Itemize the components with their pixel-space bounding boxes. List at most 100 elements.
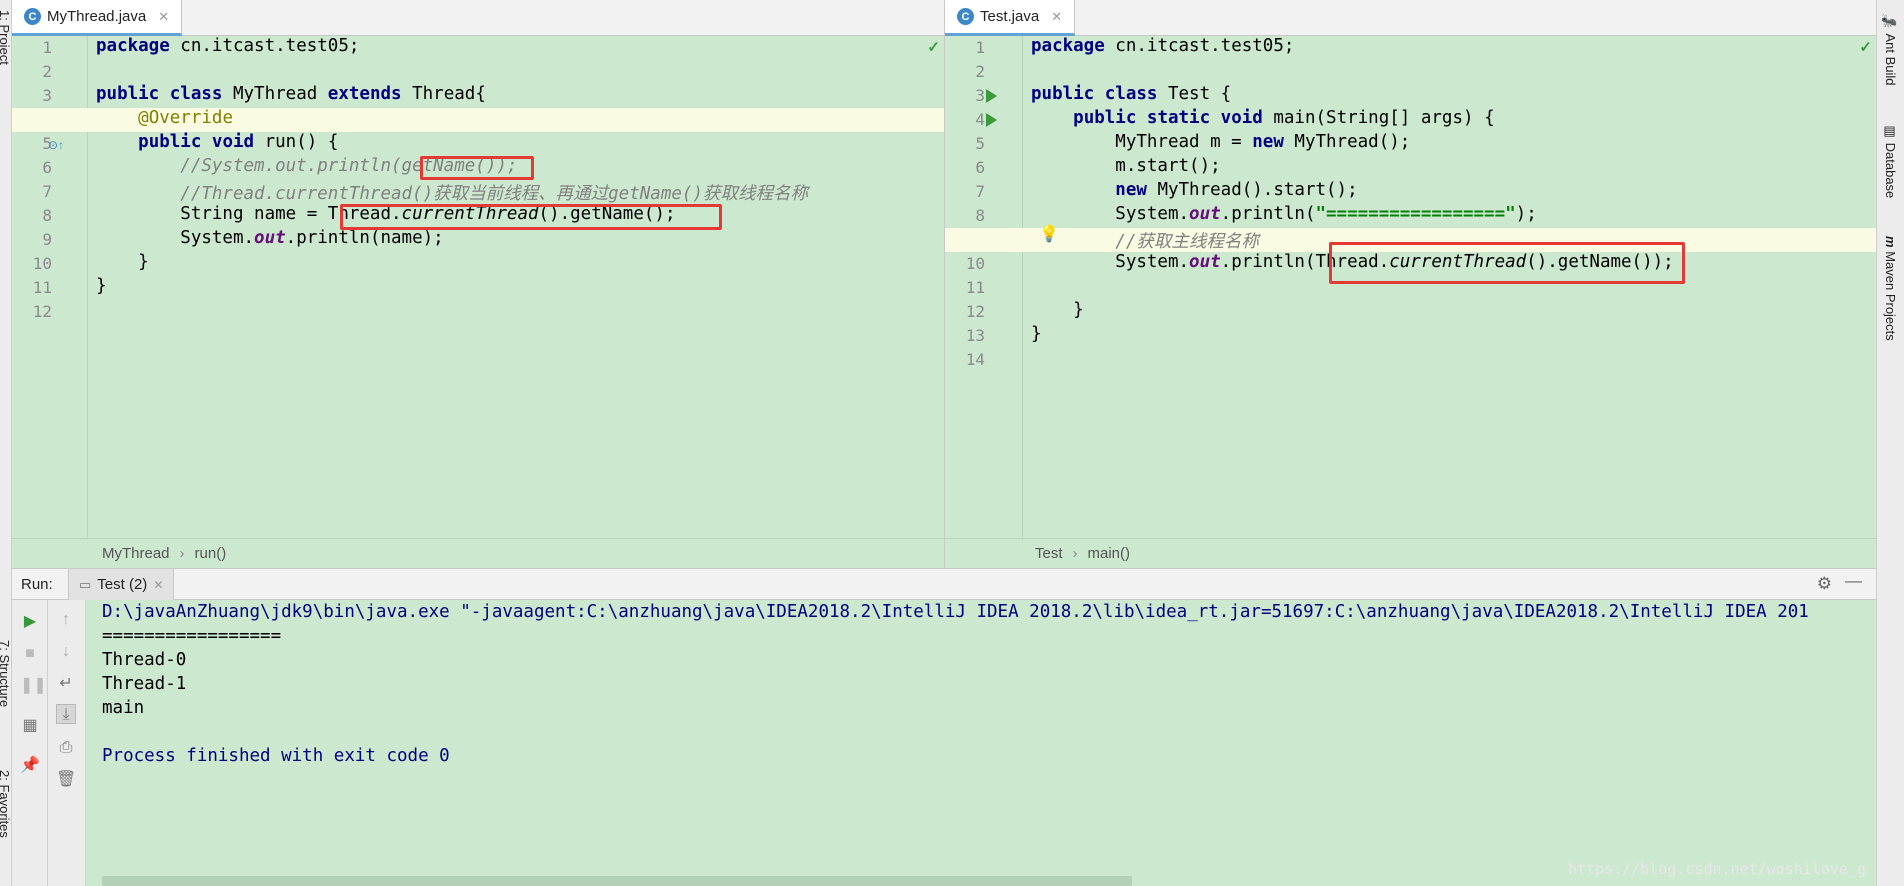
console-output[interactable]: D:\javaAnZhuang\jdk9\bin\java.exe "-java… xyxy=(86,600,1876,886)
line-number: 3 xyxy=(42,86,52,105)
line-number: 10 xyxy=(965,254,985,273)
print-icon[interactable]: ⎙ xyxy=(56,738,76,758)
code-line: } xyxy=(1031,300,1084,320)
database-icon: ▤ xyxy=(1883,124,1898,139)
horizontal-scrollbar[interactable] xyxy=(102,876,1132,886)
override-marker-icon[interactable]: ⊙↑ xyxy=(48,138,64,152)
line-number: 6 xyxy=(42,158,52,177)
left-editor-pane: C MyThread.java ✕ 123456789101112 ⊙↑ pac… xyxy=(12,0,944,568)
code-line: public class Test { xyxy=(1031,84,1232,104)
run-label: Run: xyxy=(21,576,53,593)
right-editor-pane: C Test.java ✕ 1234567891011121314 💡 pack… xyxy=(944,0,1876,568)
code-line: } xyxy=(1031,324,1042,344)
line-number: 11 xyxy=(32,278,52,297)
line-number: 1 xyxy=(42,38,52,57)
run-tab-test-2[interactable]: ▭ Test (2) ✕ xyxy=(68,569,175,600)
line-number: 1 xyxy=(975,38,985,57)
code-line: public void run() { xyxy=(138,132,339,152)
checkmark-icon: ✓ xyxy=(927,39,940,56)
stop-icon[interactable]: ■ xyxy=(20,644,40,664)
code-line: //Thread.currentThread()获取当前线程、再通过getNam… xyxy=(96,184,808,204)
code-line: } xyxy=(96,276,107,296)
line-number: 9 xyxy=(42,230,52,249)
pause-icon[interactable]: ❚❚ xyxy=(20,676,47,696)
run-main-icon[interactable] xyxy=(986,113,997,127)
left-tool-strip: 1: Project 7: Structure 2: Favorites xyxy=(0,0,12,886)
up-arrow-icon[interactable]: ↑ xyxy=(56,610,76,630)
soft-wrap-icon[interactable]: ↵ xyxy=(56,674,76,694)
tab-mythread-java[interactable]: C MyThread.java ✕ xyxy=(12,0,183,36)
run-toolbar-secondary: ↑ ↓ ↵ ⤓ ⎙ 🗑 xyxy=(48,600,86,886)
breadcrumb-method[interactable]: main() xyxy=(1088,545,1131,562)
watermark: https://blog.csdn.net/woshilove_g xyxy=(1567,860,1866,878)
right-tool-strip: 🐜 Ant Build ▤ Database m Maven Projects xyxy=(1876,0,1904,886)
line-number: 7 xyxy=(42,182,52,201)
run-toolbar-primary: ▶ ■ ❚❚ ▦ 📌 xyxy=(12,600,48,886)
tab-test-java[interactable]: C Test.java ✕ xyxy=(945,0,1076,36)
lightbulb-icon[interactable]: 💡 xyxy=(1039,224,1059,244)
console-line: ================= xyxy=(102,626,282,646)
breadcrumb-class[interactable]: Test xyxy=(1035,545,1063,562)
code-line: new MyThread().start(); xyxy=(1115,180,1358,200)
code-line: MyThread m = new MyThread(); xyxy=(1031,132,1411,152)
close-icon[interactable]: ✕ xyxy=(1051,9,1062,25)
scroll-to-end-icon[interactable]: ⤓ xyxy=(56,704,76,724)
gear-icon[interactable]: ⚙ xyxy=(1817,574,1832,594)
code-line: package cn.itcast.test05; xyxy=(96,36,360,56)
run-config-icon: ▭ xyxy=(79,576,92,592)
run-panel-header: Run: ▭ Test (2) ✕ ⚙ — xyxy=(12,568,1876,600)
line-number: 8 xyxy=(975,206,985,225)
right-code-area[interactable]: package cn.itcast.test05; public class T… xyxy=(945,36,1876,538)
ant-build-tool-button[interactable]: 🐜 Ant Build xyxy=(1883,14,1898,86)
rerun-icon[interactable]: ▶ xyxy=(20,612,40,632)
class-icon: C xyxy=(24,8,41,25)
code-line: public class MyThread extends Thread{ xyxy=(96,84,486,104)
close-icon[interactable]: ✕ xyxy=(158,9,169,25)
run-class-icon[interactable] xyxy=(986,89,997,103)
breadcrumb-class[interactable]: MyThread xyxy=(102,545,170,562)
layout-icon[interactable]: ▦ xyxy=(20,716,40,736)
chevron-right-icon: › xyxy=(179,545,185,562)
code-line: public static void main(String[] args) { xyxy=(1073,108,1495,128)
run-panel-body: ▶ ■ ❚❚ ▦ 📌 ↑ ↓ ↵ ⤓ ⎙ 🗑 D:\javaAnZhuang\j… xyxy=(12,600,1876,886)
pin-icon[interactable]: 📌 xyxy=(20,756,40,776)
code-line: } xyxy=(96,252,149,272)
close-icon[interactable]: ✕ xyxy=(153,578,163,592)
down-arrow-icon[interactable]: ↓ xyxy=(56,642,76,662)
breadcrumb: MyThread › run() xyxy=(12,538,944,568)
structure-tool-button[interactable]: 7: Structure xyxy=(0,640,12,707)
code-line: m.start(); xyxy=(1031,156,1221,176)
line-number: 10 xyxy=(32,254,52,273)
tab-label: Test.java xyxy=(980,8,1040,25)
minimize-icon[interactable]: — xyxy=(1845,571,1862,591)
maven-tool-button[interactable]: m Maven Projects xyxy=(1883,236,1898,341)
code-line: System.out.println(name); xyxy=(96,228,444,248)
line-number: 5 xyxy=(42,134,52,153)
line-number: 11 xyxy=(965,278,985,297)
console-line: Thread-1 xyxy=(102,674,187,694)
left-editor-tabbar: C MyThread.java ✕ xyxy=(12,0,944,36)
project-tool-button[interactable]: 1: Project xyxy=(0,10,12,65)
line-number: 12 xyxy=(32,302,52,321)
annotation-box xyxy=(340,204,722,230)
left-code-area[interactable]: package cn.itcast.test05; public class M… xyxy=(12,36,944,538)
breadcrumb-method[interactable]: run() xyxy=(195,545,227,562)
trash-icon[interactable]: 🗑 xyxy=(56,770,76,790)
right-gutter: 1234567891011121314 💡 xyxy=(945,36,1059,538)
database-tool-button[interactable]: ▤ Database xyxy=(1883,124,1898,198)
code-line: System.out.println("================="); xyxy=(1031,204,1537,224)
line-number: 12 xyxy=(965,302,985,321)
code-line: package cn.itcast.test05; xyxy=(1031,36,1295,56)
tab-label: MyThread.java xyxy=(47,8,147,25)
console-line: D:\javaAnZhuang\jdk9\bin\java.exe "-java… xyxy=(102,602,1809,622)
console-line: Process finished with exit code 0 xyxy=(102,746,450,766)
console-line: Thread-0 xyxy=(102,650,187,670)
breadcrumb: Test › main() xyxy=(945,538,1876,568)
line-number: 8 xyxy=(42,206,52,225)
line-number: 2 xyxy=(975,62,985,81)
console-line: main xyxy=(102,698,145,718)
code-line: @Override xyxy=(138,108,233,128)
favorites-tool-button[interactable]: 2: Favorites xyxy=(0,770,12,838)
annotation-box xyxy=(1329,242,1685,284)
annotation-box xyxy=(420,156,534,180)
